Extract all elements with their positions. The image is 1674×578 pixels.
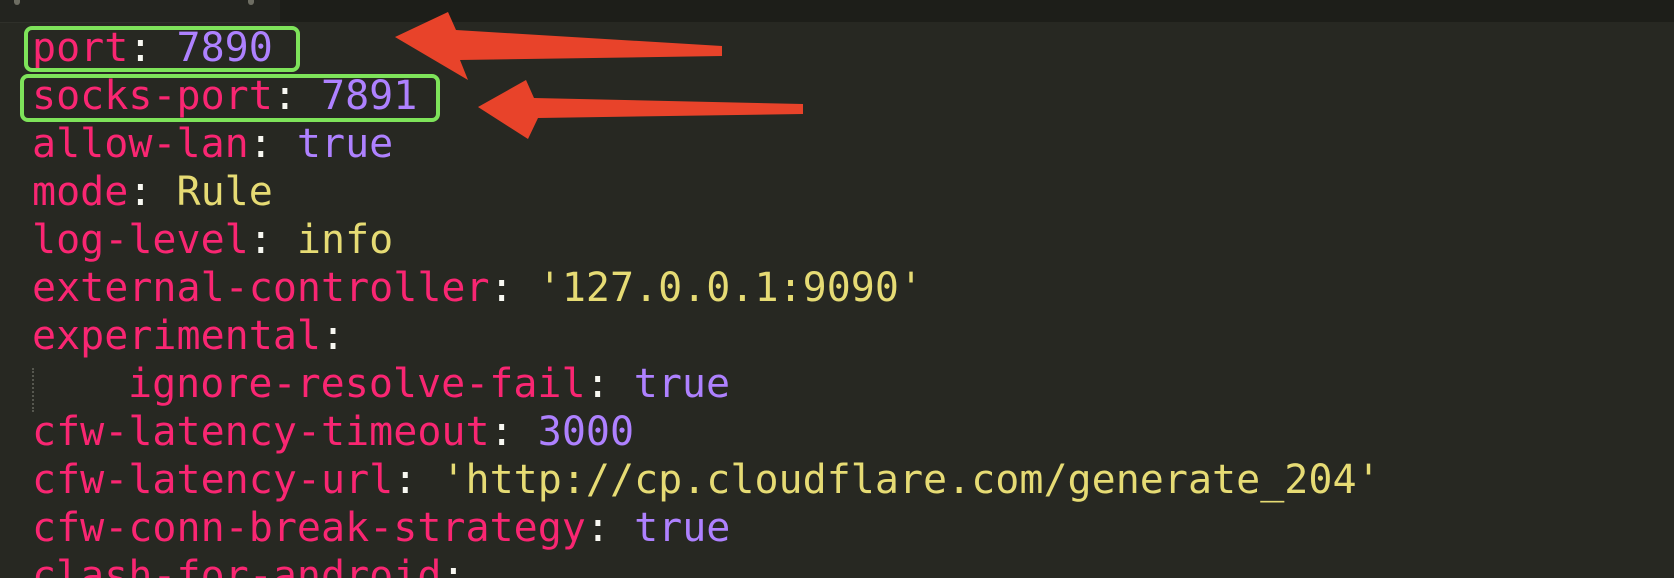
code-editor[interactable]: port: 7890 socks-port: 7891 allow-lan: t… — [0, 0, 1674, 578]
annotation-arrows — [395, 12, 803, 139]
arrow-left-icon — [478, 80, 803, 139]
arrow-left-icon — [395, 12, 722, 80]
